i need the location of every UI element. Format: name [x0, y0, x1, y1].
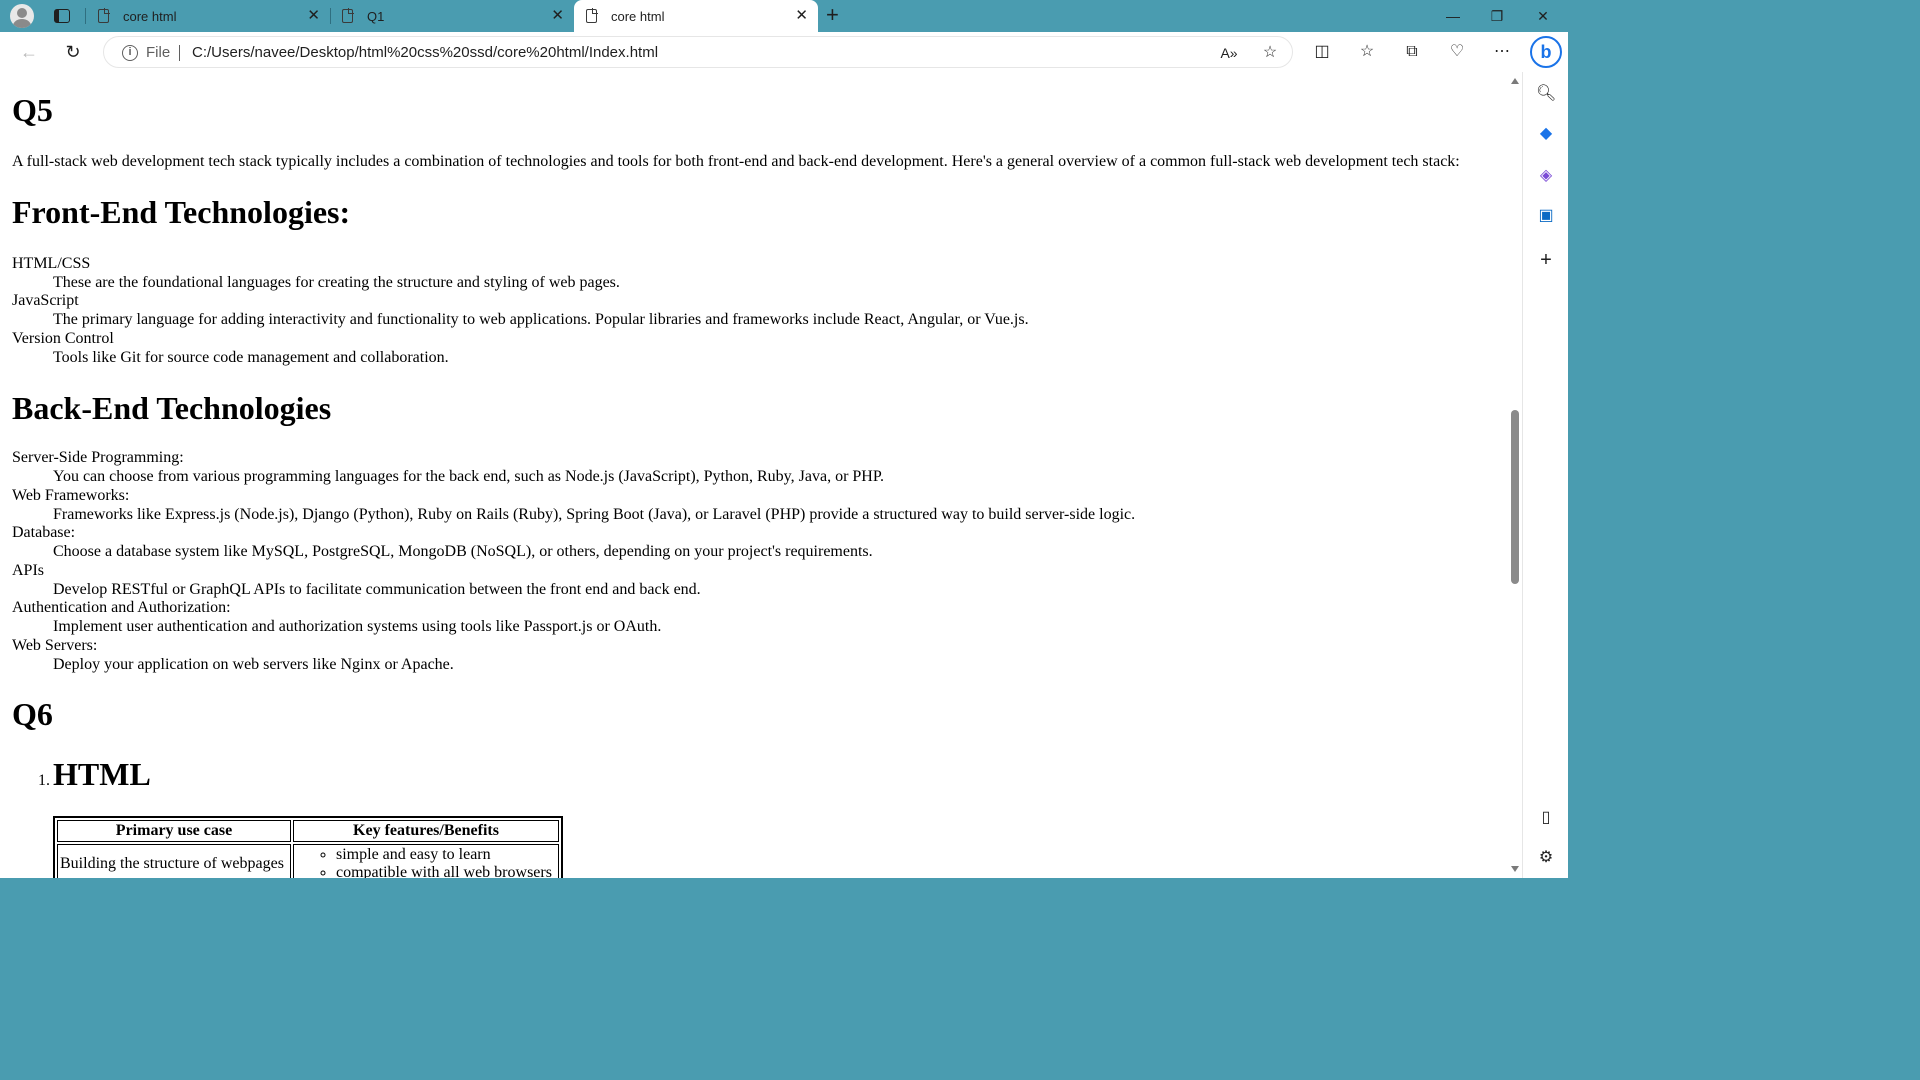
- cell-key-features: simple and easy to learn compatible with…: [293, 844, 559, 878]
- close-tab-icon[interactable]: ✕: [551, 8, 564, 24]
- new-tab-icon[interactable]: +: [826, 4, 839, 26]
- term-auth: Authentication and Authorization:: [12, 599, 231, 616]
- header-key-features: Key features/Benefits: [293, 820, 559, 842]
- features-list: simple and easy to learn compatible with…: [296, 846, 556, 878]
- term-javascript: JavaScript: [12, 292, 79, 309]
- q5-heading: Q5: [12, 92, 53, 128]
- list-item: compatible with all web browsers: [336, 864, 556, 878]
- restore-icon[interactable]: ❐: [1474, 0, 1520, 32]
- backend-heading: Back-End Technologies: [12, 390, 332, 426]
- read-aloud-icon[interactable]: A»: [1219, 43, 1239, 63]
- settings-gear-icon[interactable]: ⚙: [1536, 848, 1556, 868]
- list-number: 1.: [38, 772, 50, 789]
- tab-q1[interactable]: Q1 ✕: [330, 0, 574, 32]
- desc-auth: Implement user authentication and author…: [53, 618, 662, 635]
- table-row: Building the structure of webpages simpl…: [57, 844, 559, 878]
- tab-core-html-active[interactable]: core html ✕: [574, 0, 818, 32]
- scroll-up-icon[interactable]: [1511, 78, 1519, 84]
- file-scheme-label: File: [146, 44, 171, 61]
- table-header-row: Primary use case Key features/Benefits: [57, 820, 559, 842]
- address-divider: [179, 45, 180, 61]
- close-tab-icon[interactable]: ✕: [795, 8, 808, 24]
- desc-html-css: These are the foundational languages for…: [53, 274, 620, 291]
- list-item: simple and easy to learn: [336, 846, 556, 864]
- term-web-frameworks: Web Frameworks:: [12, 487, 130, 504]
- term-apis: APIs: [12, 562, 45, 579]
- favorites-icon[interactable]: ☆: [1357, 42, 1377, 62]
- term-version-control: Version Control: [12, 330, 114, 347]
- desc-javascript: The primary language for adding interact…: [53, 311, 1029, 328]
- tab-label: Q1: [367, 8, 385, 24]
- vertical-scrollbar[interactable]: [1508, 72, 1522, 878]
- copilot-icon[interactable]: b: [1530, 36, 1562, 68]
- document-icon: [586, 8, 598, 23]
- term-html-css: HTML/CSS: [12, 255, 91, 272]
- outlook-icon[interactable]: ▣: [1536, 206, 1556, 226]
- scroll-down-icon[interactable]: [1511, 866, 1519, 872]
- minimize-icon[interactable]: —: [1430, 0, 1476, 32]
- shopping-tag-icon[interactable]: ◆: [1536, 124, 1556, 144]
- tab-core-html-1[interactable]: core html ✕: [86, 0, 330, 32]
- q5-intro: A full-stack web development tech stack …: [12, 153, 1460, 170]
- window-bottom-border: [0, 878, 1568, 882]
- html-table: Primary use case Key features/Benefits B…: [53, 816, 563, 878]
- hide-sidebar-icon[interactable]: ▯: [1536, 808, 1556, 828]
- page-viewport: Q5 A full-stack web development tech sta…: [0, 72, 1508, 878]
- refresh-icon[interactable]: ↻: [62, 41, 84, 63]
- term-server-side: Server-Side Programming:: [12, 449, 184, 466]
- q6-heading: Q6: [12, 696, 53, 732]
- document-icon: [98, 8, 110, 23]
- close-window-icon[interactable]: ✕: [1520, 0, 1566, 32]
- desc-web-frameworks: Frameworks like Express.js (Node.js), Dj…: [53, 506, 1136, 523]
- scroll-thumb[interactable]: [1511, 410, 1519, 584]
- term-web-servers: Web Servers:: [12, 637, 98, 654]
- desc-database: Choose a database system like MySQL, Pos…: [53, 543, 873, 560]
- document-icon: [342, 8, 354, 23]
- frontend-heading: Front-End Technologies:: [12, 194, 351, 230]
- edge-sidebar: 🔍︎ ◆ ◈ ▣ + ▯ ⚙: [1522, 72, 1568, 878]
- add-sidebar-app-icon[interactable]: +: [1536, 250, 1556, 270]
- office-icon[interactable]: ◈: [1536, 166, 1556, 186]
- more-options-icon[interactable]: ⋯: [1492, 42, 1512, 62]
- desc-apis: Develop RESTful or GraphQL APIs to facil…: [53, 581, 701, 598]
- desc-web-servers: Deploy your application on web servers l…: [53, 656, 454, 673]
- browser-toolbar: ← ↻ i File C:/Users/navee/Desktop/html%2…: [0, 32, 1568, 72]
- browser-essentials-icon[interactable]: ♡: [1447, 42, 1467, 62]
- tab-actions-icon[interactable]: [54, 9, 70, 23]
- search-icon[interactable]: 🔍︎: [1536, 84, 1556, 104]
- desc-version-control: Tools like Git for source code managemen…: [53, 349, 449, 366]
- tab-label: core html: [123, 8, 177, 24]
- tab-label: core html: [611, 8, 665, 24]
- header-primary-use: Primary use case: [57, 820, 291, 842]
- split-screen-icon[interactable]: ◫: [1312, 42, 1332, 62]
- term-database: Database:: [12, 524, 76, 541]
- profile-avatar-icon[interactable]: [10, 4, 34, 28]
- collections-icon[interactable]: ⧉: [1402, 42, 1422, 62]
- close-tab-icon[interactable]: ✕: [307, 8, 320, 24]
- url-text[interactable]: C:/Users/navee/Desktop/html%20css%20ssd/…: [192, 44, 658, 61]
- back-icon[interactable]: ←: [18, 41, 40, 63]
- address-bar[interactable]: i File C:/Users/navee/Desktop/html%20css…: [103, 36, 1293, 68]
- info-icon[interactable]: i: [122, 45, 138, 61]
- desc-server-side: You can choose from various programming …: [53, 468, 884, 485]
- html-list-heading: HTML: [53, 756, 151, 792]
- cell-primary-use: Building the structure of webpages: [57, 844, 291, 878]
- favorite-star-icon[interactable]: ☆: [1260, 43, 1280, 63]
